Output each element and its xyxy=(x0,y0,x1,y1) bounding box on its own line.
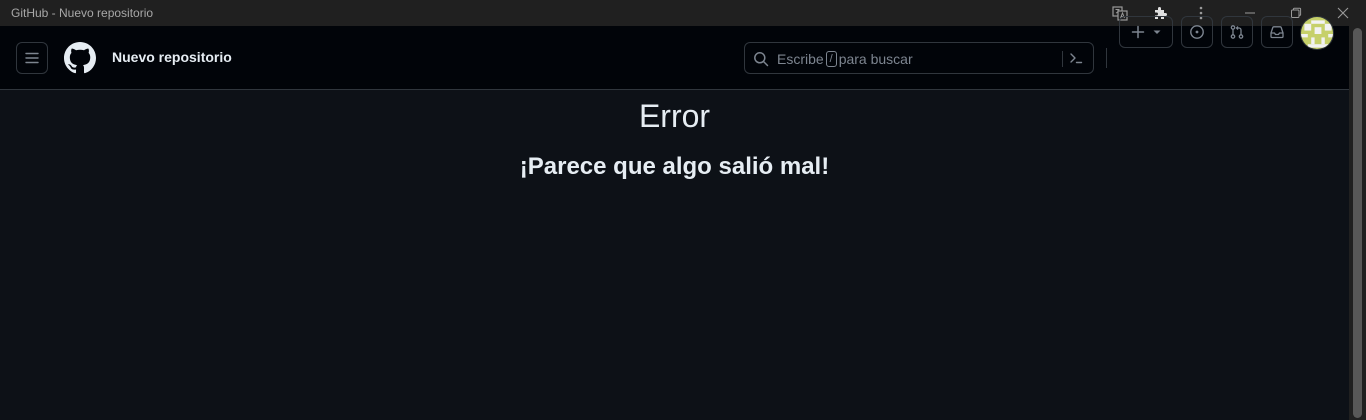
error-title: Error xyxy=(638,98,711,134)
search-placeholder-end: para buscar xyxy=(838,51,913,67)
plus-icon xyxy=(1131,25,1145,39)
search-icon xyxy=(754,52,769,67)
issues-button[interactable] xyxy=(1181,16,1213,48)
search-placeholder: Escribe / para buscar xyxy=(777,51,913,67)
user-avatar[interactable] xyxy=(1300,16,1334,50)
main-content: Error ¡Parece que algo salió mal! xyxy=(0,91,1349,420)
error-message: ¡Parece que algo salió mal! xyxy=(519,153,830,180)
github-logo-icon[interactable] xyxy=(64,42,96,74)
page-scrollbar[interactable] xyxy=(1349,26,1366,420)
create-new-button[interactable] xyxy=(1119,16,1173,48)
search-placeholder-start: Escribe xyxy=(777,51,824,67)
window-title: GitHub - Nuevo repositorio xyxy=(11,6,154,20)
menu-icon xyxy=(25,52,39,64)
search-input[interactable]: Escribe / para buscar xyxy=(744,42,1094,74)
search-shortcut-key: / xyxy=(825,51,837,67)
command-palette-icon[interactable] xyxy=(1068,50,1084,71)
header-divider xyxy=(1106,48,1107,68)
search-divider xyxy=(1062,51,1063,67)
menu-button[interactable] xyxy=(16,42,48,74)
inbox-icon xyxy=(1270,26,1284,39)
page-context-title[interactable]: Nuevo repositorio xyxy=(112,49,232,65)
close-icon[interactable] xyxy=(1330,0,1356,26)
pull-requests-button[interactable] xyxy=(1221,16,1253,48)
scrollbar-thumb[interactable] xyxy=(1353,28,1362,418)
inbox-button[interactable] xyxy=(1261,16,1293,48)
triangle-down-icon xyxy=(1153,30,1161,34)
pull-request-icon xyxy=(1230,25,1244,39)
issues-icon xyxy=(1190,25,1204,39)
